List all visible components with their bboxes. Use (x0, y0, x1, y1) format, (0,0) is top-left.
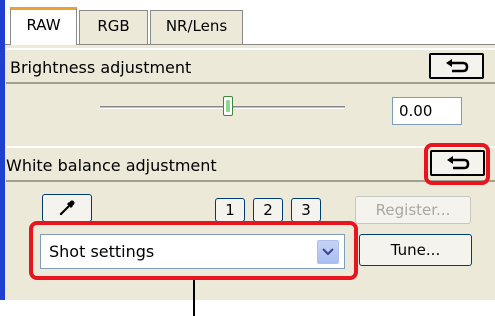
highlight-select (29, 221, 358, 280)
tune-button[interactable]: Tune... (359, 234, 472, 266)
wb-preset-3-button[interactable]: 3 (291, 198, 321, 222)
register-button[interactable]: Register... (355, 196, 471, 224)
tab-raw[interactable]: RAW (10, 7, 77, 45)
brightness-slider-thumb[interactable] (223, 96, 233, 116)
callout-line (193, 280, 195, 316)
eyedropper-icon (59, 200, 75, 216)
eyedropper-button[interactable] (42, 194, 92, 222)
highlight-undo (424, 143, 490, 185)
wb-preset-1-button[interactable]: 1 (215, 198, 245, 222)
brightness-value-input[interactable]: 0.00 (392, 97, 462, 125)
tab-rgb[interactable]: RGB (79, 10, 148, 45)
white-balance-title: White balance adjustment (6, 156, 217, 175)
undo-arrow-icon (445, 59, 468, 73)
wb-preset-2-button[interactable]: 2 (253, 198, 283, 222)
brightness-undo-button[interactable] (429, 53, 484, 79)
brightness-title: Brightness adjustment (10, 58, 192, 77)
tab-nr-lens[interactable]: NR/Lens (150, 10, 243, 45)
